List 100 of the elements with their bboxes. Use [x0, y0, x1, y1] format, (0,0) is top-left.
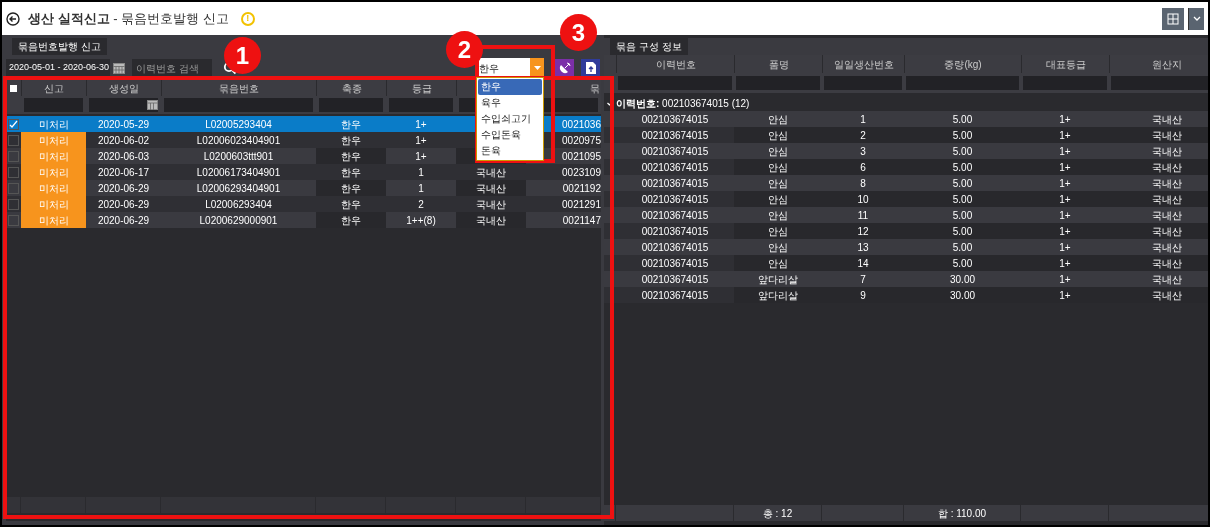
filter-field[interactable]: [736, 76, 820, 90]
table-cell-text: 2020-06-03: [96, 149, 151, 164]
status-label: 미처리: [38, 197, 69, 212]
dropdown-option[interactable]: 돈육: [478, 143, 542, 159]
table-cell-text: 30.00: [949, 272, 976, 287]
table-cell-text: 한우: [340, 117, 362, 132]
panel-tab[interactable]: 묶음번호발행 신고: [12, 38, 107, 55]
filter-field[interactable]: [89, 98, 158, 112]
column-header[interactable]: 이력번호: [655, 56, 696, 72]
table-cell-text: 국내산: [475, 165, 507, 180]
table-cell-text: 안심: [767, 176, 789, 191]
table-cell-text: 앞다리살: [757, 272, 799, 287]
table-cell-text: L02006293404: [204, 197, 273, 212]
filter-field[interactable]: [24, 98, 83, 112]
checkbox[interactable]: [8, 150, 19, 162]
table-cell-text: 002103674015: [640, 144, 710, 159]
table-cell-text: 0021095: [561, 149, 601, 164]
column-header[interactable]: 등급: [411, 80, 432, 96]
summary-text: 총 : 12: [762, 506, 793, 521]
table-cell-text: 3: [859, 144, 867, 159]
table-cell: 안심: [734, 255, 822, 271]
panel-tab[interactable]: 묶음 구성 정보: [610, 38, 688, 55]
table-cell: 1+: [1021, 255, 1109, 271]
table-cell-text: 1+: [1058, 176, 1072, 191]
checkbox[interactable]: [10, 84, 17, 92]
table-cell: 14: [822, 255, 904, 271]
filter-field[interactable]: [164, 98, 313, 112]
table-cell-text: 2020-06-29: [96, 197, 151, 212]
caret-icon: [1192, 15, 1201, 22]
calendar-icon: [147, 100, 158, 110]
table-cell: 국내산: [456, 212, 526, 228]
table-cell-text: 한우: [340, 133, 362, 148]
filter-field[interactable]: [824, 76, 902, 90]
dropdown-option[interactable]: 한우: [478, 79, 542, 95]
column-header[interactable]: 신고: [44, 80, 64, 96]
table-cell: 5.00: [904, 191, 1021, 207]
filter-field[interactable]: [1111, 76, 1208, 90]
table-cell-text: 한우: [340, 165, 362, 180]
table-cell-text: 1+: [414, 149, 428, 164]
table-cell-text: 002103674015: [640, 224, 710, 239]
checkbox[interactable]: [8, 182, 19, 194]
table-cell: 6: [822, 159, 904, 175]
table-cell: 국내산: [1109, 287, 1208, 303]
table-cell-text: 002103674015: [640, 176, 710, 191]
dropdown-button[interactable]: [1188, 7, 1204, 30]
table-cell-text: 002103674015: [640, 192, 710, 207]
table-cell: 5.00: [904, 127, 1021, 143]
table-cell-text: 2020-06-02: [96, 133, 151, 148]
column-header[interactable]: 중량(kg): [944, 56, 982, 72]
table-cell-text: 국내산: [1150, 112, 1183, 127]
table-cell-text: 0021192: [561, 181, 601, 196]
table-cell-text: 안심: [767, 112, 789, 127]
table-cell-text: 002103674015: [640, 128, 710, 143]
column-header[interactable]: 원산지: [1152, 56, 1182, 72]
table-cell: 1+: [1021, 127, 1109, 143]
table-cell: 안심: [734, 191, 822, 207]
checkbox[interactable]: [8, 214, 19, 226]
column-header[interactable]: 대표등급: [1045, 56, 1086, 72]
grid-view-button[interactable]: [1162, 7, 1184, 30]
checkbox[interactable]: [8, 118, 19, 130]
table-cell: 5.00: [904, 255, 1021, 271]
table-cell-text: 7: [859, 272, 867, 287]
table-cell-text: 0021147: [561, 213, 601, 228]
dropdown-option[interactable]: 수입쇠고기: [478, 111, 542, 127]
column-header[interactable]: 품명: [768, 56, 789, 72]
table-cell-text: 2: [417, 197, 425, 212]
column-header[interactable]: 생성일: [109, 80, 139, 96]
table-cell-text: L02005293404: [204, 117, 273, 132]
table-cell: 1+: [1021, 287, 1109, 303]
table-cell-text: 5.00: [951, 240, 974, 255]
checkbox[interactable]: [8, 134, 19, 146]
filter-field[interactable]: [1023, 76, 1107, 90]
column-header[interactable]: 일일생산번호: [833, 56, 894, 72]
table-cell-text: 002103674015: [640, 240, 710, 255]
summary-text: 합 : 110.00: [937, 506, 987, 521]
calendar-icon: [113, 62, 125, 74]
checkbox[interactable]: [8, 198, 19, 210]
column-header[interactable]: 축종: [341, 80, 362, 96]
status-label: 미처리: [38, 213, 69, 228]
filter-field[interactable]: [319, 98, 383, 112]
back-icon: [6, 11, 20, 26]
table-cell: 한우: [316, 148, 386, 164]
table-cell: 안심: [734, 127, 822, 143]
column-header[interactable]: 묶음번호: [219, 80, 259, 96]
table-cell-text: 1++(8): [405, 213, 437, 228]
table-cell-text: 11: [856, 208, 870, 223]
table-cell: 1+: [1021, 191, 1109, 207]
column-header[interactable]: 묶: [590, 80, 600, 96]
table-cell-text: 5.00: [951, 176, 974, 191]
table-cell-text: 1+: [1058, 240, 1072, 255]
table-cell-text: 국내산: [475, 197, 507, 212]
checkbox[interactable]: [8, 166, 19, 178]
table-cell-text: 5.00: [951, 208, 974, 223]
table-cell-text: 1+: [1058, 144, 1072, 159]
dropdown-option[interactable]: 수입돈육: [478, 127, 542, 143]
table-cell-text: 5.00: [951, 144, 974, 159]
filter-field[interactable]: [906, 76, 1019, 90]
filter-field[interactable]: [618, 76, 732, 90]
filter-field[interactable]: [389, 98, 453, 112]
dropdown-option[interactable]: 육우: [478, 95, 542, 111]
